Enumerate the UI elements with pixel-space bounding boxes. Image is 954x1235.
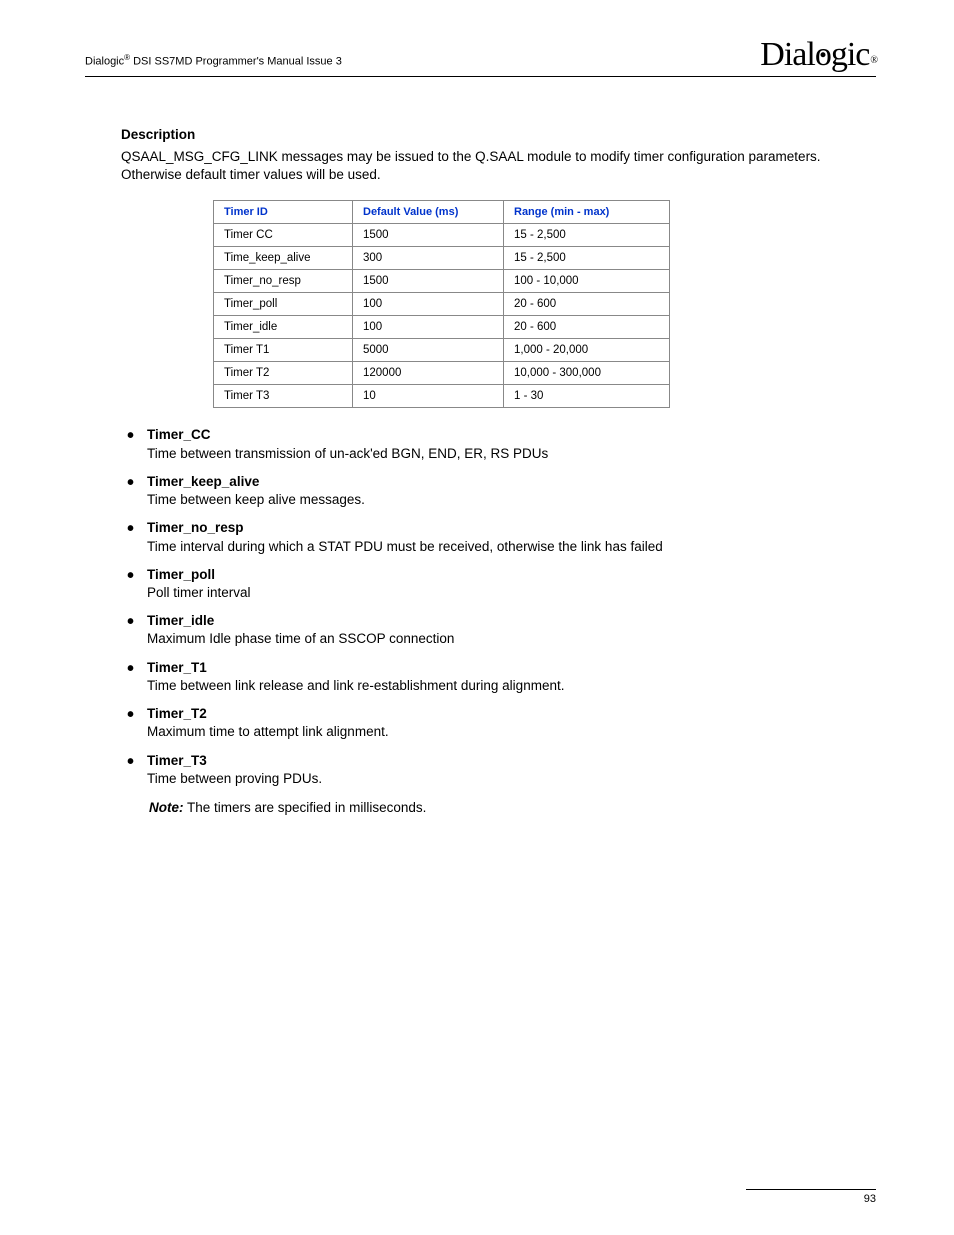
- table-row: Timer_idle10020 - 600: [214, 316, 670, 339]
- table-cell: 20 - 600: [504, 293, 670, 316]
- definition-desc: Time between transmission of un-ack'ed B…: [147, 446, 548, 461]
- table-cell: 15 - 2,500: [504, 247, 670, 270]
- table-cell: 5000: [353, 339, 504, 362]
- list-item: Timer_poll Poll timer interval: [127, 566, 876, 602]
- table-row: Timer CC150015 - 2,500: [214, 224, 670, 247]
- brand-logo: Dialogic®: [760, 38, 876, 74]
- table-row: Time_keep_alive30015 - 2,500: [214, 247, 670, 270]
- definitions-list: Timer_CC Time between transmission of un-…: [127, 426, 876, 788]
- note-text: The timers are specified in milliseconds…: [184, 800, 427, 815]
- list-item: Timer_T1 Time between link release and li…: [127, 659, 876, 695]
- note-line: Note: The timers are specified in millis…: [149, 800, 876, 815]
- table-row: Timer T150001,000 - 20,000: [214, 339, 670, 362]
- definition-desc: Time interval during which a STAT PDU mu…: [147, 539, 663, 554]
- table-row: Timer T3101 - 30: [214, 385, 670, 408]
- table-cell: 10: [353, 385, 504, 408]
- definition-desc: Maximum time to attempt link alignment.: [147, 724, 389, 739]
- table-cell: 120000: [353, 362, 504, 385]
- definition-term: Timer_T1: [147, 660, 207, 675]
- table-cell: 1 - 30: [504, 385, 670, 408]
- page-header: Dialogic® DSI SS7MD Programmer's Manual …: [85, 38, 876, 77]
- definition-term: Timer_T2: [147, 706, 207, 721]
- definition-desc: Maximum Idle phase time of an SSCOP conn…: [147, 631, 454, 646]
- table-cell: 20 - 600: [504, 316, 670, 339]
- table-cell: 100 - 10,000: [504, 270, 670, 293]
- definition-term: Timer_T3: [147, 753, 207, 768]
- list-item: Timer_keep_alive Time between keep alive …: [127, 473, 876, 509]
- note-label: Note:: [149, 800, 184, 815]
- table-cell: Timer CC: [214, 224, 353, 247]
- table-cell: 100: [353, 293, 504, 316]
- logo-text: Dialogic: [760, 36, 869, 73]
- definition-term: Timer_poll: [147, 567, 215, 582]
- header-title-suffix: DSI SS7MD Programmer's Manual Issue 3: [130, 56, 342, 68]
- definition-term: Timer_CC: [147, 427, 211, 442]
- logo-regmark: ®: [870, 55, 877, 66]
- header-left-text: Dialogic® DSI SS7MD Programmer's Manual …: [85, 53, 342, 74]
- table-cell: 1,000 - 20,000: [504, 339, 670, 362]
- list-item: Timer_idle Maximum Idle phase time of an …: [127, 612, 876, 648]
- table-cell: Timer_no_resp: [214, 270, 353, 293]
- definition-desc: Time between keep alive messages.: [147, 492, 365, 507]
- table-header-cell: Range (min - max): [504, 201, 670, 224]
- table-cell: 300: [353, 247, 504, 270]
- table-header-cell: Timer ID: [214, 201, 353, 224]
- definition-term: Timer_idle: [147, 613, 214, 628]
- table-header-cell: Default Value (ms): [353, 201, 504, 224]
- table-cell: Timer T1: [214, 339, 353, 362]
- timer-table: Timer ID Default Value (ms) Range (min -…: [213, 200, 670, 408]
- table-cell: 15 - 2,500: [504, 224, 670, 247]
- list-item: Timer_CC Time between transmission of un-…: [127, 426, 876, 462]
- table-header-row: Timer ID Default Value (ms) Range (min -…: [214, 201, 670, 224]
- definition-desc: Poll timer interval: [147, 585, 251, 600]
- table-cell: Timer T3: [214, 385, 353, 408]
- main-content: Description QSAAL_MSG_CFG_LINK messages …: [85, 77, 876, 815]
- table-row: Timer_poll10020 - 600: [214, 293, 670, 316]
- list-item: Timer_no_resp Time interval during which …: [127, 519, 876, 555]
- table-cell: Time_keep_alive: [214, 247, 353, 270]
- list-item: Timer_T2 Maximum time to attempt link ali…: [127, 705, 876, 741]
- table-cell: Timer T2: [214, 362, 353, 385]
- definition-desc: Time between link release and link re-es…: [147, 678, 564, 693]
- list-item: Timer_T3 Time between proving PDUs.: [127, 752, 876, 788]
- header-brand: Dialogic: [85, 56, 124, 68]
- section-paragraph: QSAAL_MSG_CFG_LINK messages may be issue…: [121, 148, 876, 184]
- definition-desc: Time between proving PDUs.: [147, 771, 322, 786]
- table-cell: Timer_poll: [214, 293, 353, 316]
- section-heading: Description: [121, 127, 876, 142]
- table-cell: 1500: [353, 270, 504, 293]
- definition-term: Timer_keep_alive: [147, 474, 259, 489]
- page-number: 93: [864, 1193, 876, 1205]
- page-footer: 93: [746, 1189, 876, 1205]
- table-row: Timer_no_resp1500100 - 10,000: [214, 270, 670, 293]
- table-row: Timer T212000010,000 - 300,000: [214, 362, 670, 385]
- definition-term: Timer_no_resp: [147, 520, 244, 535]
- table-cell: 10,000 - 300,000: [504, 362, 670, 385]
- table-cell: 100: [353, 316, 504, 339]
- table-cell: Timer_idle: [214, 316, 353, 339]
- table-cell: 1500: [353, 224, 504, 247]
